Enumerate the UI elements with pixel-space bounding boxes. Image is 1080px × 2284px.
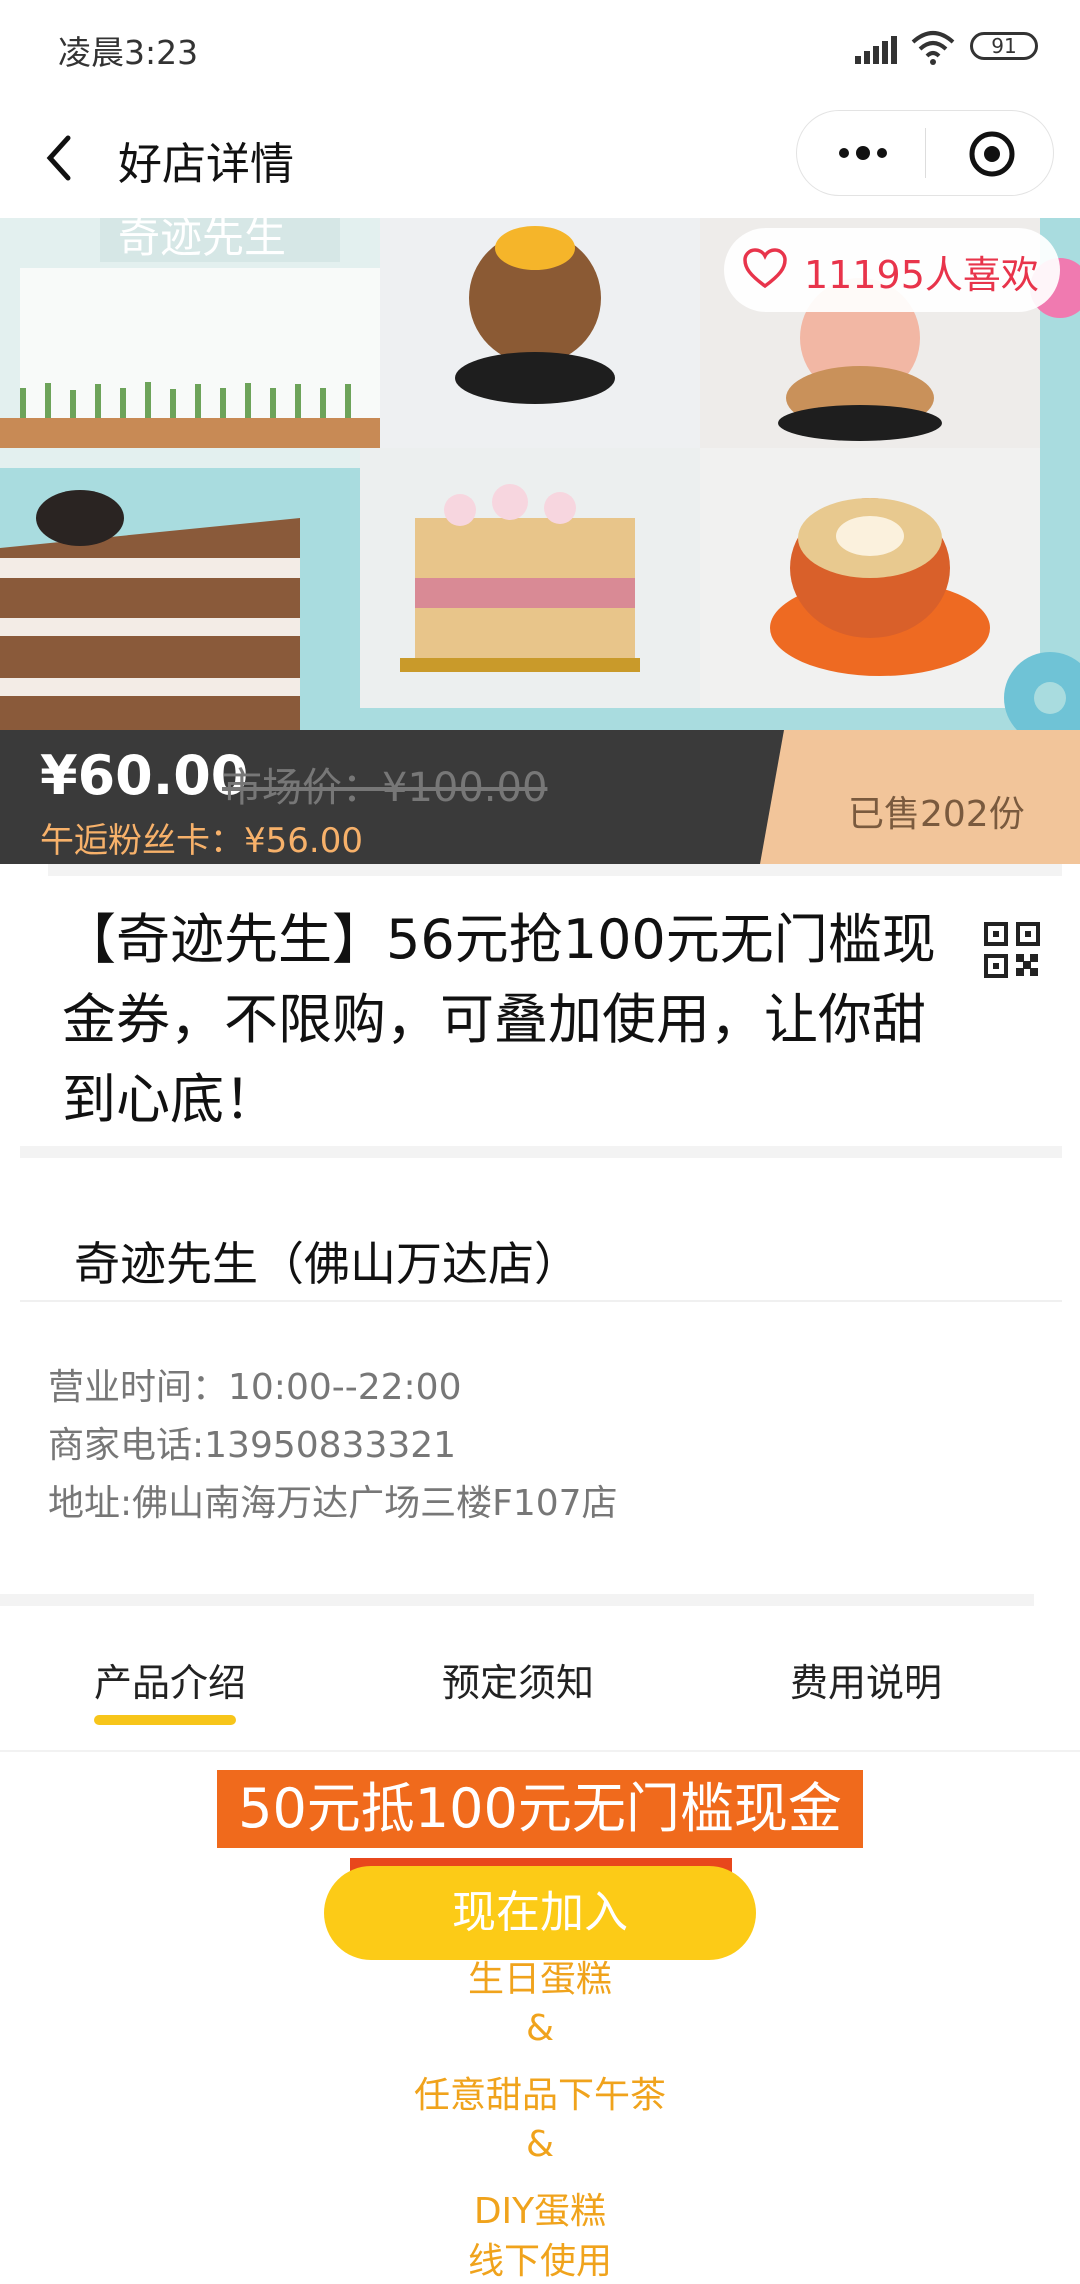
back-icon[interactable] <box>40 128 80 188</box>
page-title: 好店详情 <box>118 139 294 190</box>
battery-icon: 91 <box>970 32 1038 60</box>
tab-booking-notes[interactable]: 预定须知 <box>442 1652 594 1707</box>
shop-phone[interactable]: 商家电话:13950833321 <box>48 1416 456 1468</box>
fan-card-price: 午逅粉丝卡：¥56.00 <box>40 821 363 861</box>
close-mini-program-icon[interactable] <box>968 130 1016 178</box>
capsule-divider <box>925 128 926 178</box>
promo-line: & <box>525 2008 555 2049</box>
product-title: 【奇迹先生】56元抢100元无门槛现金券，不限购，可叠加使用，让你甜到心底！ <box>62 908 936 1131</box>
promo-line: DIY蛋糕 <box>473 2191 607 2232</box>
join-button[interactable]: 现在加入 <box>324 1866 756 1960</box>
shop-name: 奇迹先生（佛山万达店） <box>74 1237 580 1291</box>
sold-count: 已售202份 <box>848 794 1025 835</box>
divider <box>0 1594 1034 1606</box>
current-price: ¥60.00 <box>40 744 249 807</box>
divider <box>20 1300 1062 1302</box>
qr-code-icon[interactable] <box>984 922 1040 978</box>
tab-fee-info[interactable]: 费用说明 <box>790 1652 942 1707</box>
divider <box>48 864 1062 876</box>
divider <box>20 1146 1062 1158</box>
promo-line: & <box>525 2124 555 2165</box>
status-time: 凌晨3:23 <box>58 33 199 72</box>
signal-icon <box>855 36 897 64</box>
wifi-icon <box>911 31 955 65</box>
market-price: 市场价：¥100.00 <box>222 765 548 811</box>
more-icon[interactable] <box>836 145 890 161</box>
active-tab-indicator <box>94 1715 236 1725</box>
shop-address[interactable]: 地址:佛山南海万达广场三楼F107店 <box>48 1474 618 1526</box>
like-count: 11195人喜欢 <box>804 253 1039 297</box>
heart-icon[interactable] <box>742 248 788 290</box>
business-hours: 营业时间：10:00--22:00 <box>48 1367 462 1408</box>
divider <box>0 1750 1080 1752</box>
tab-product-intro[interactable]: 产品介绍 <box>94 1652 246 1707</box>
promo-banner: 50元抵100元无门槛现金券 <box>217 1770 863 1918</box>
shop-sign-text: 奇迹先生 <box>118 218 286 262</box>
promo-line: 任意甜品下午茶 <box>413 2075 666 2116</box>
promo-line: 线下使用 <box>467 2241 612 2282</box>
